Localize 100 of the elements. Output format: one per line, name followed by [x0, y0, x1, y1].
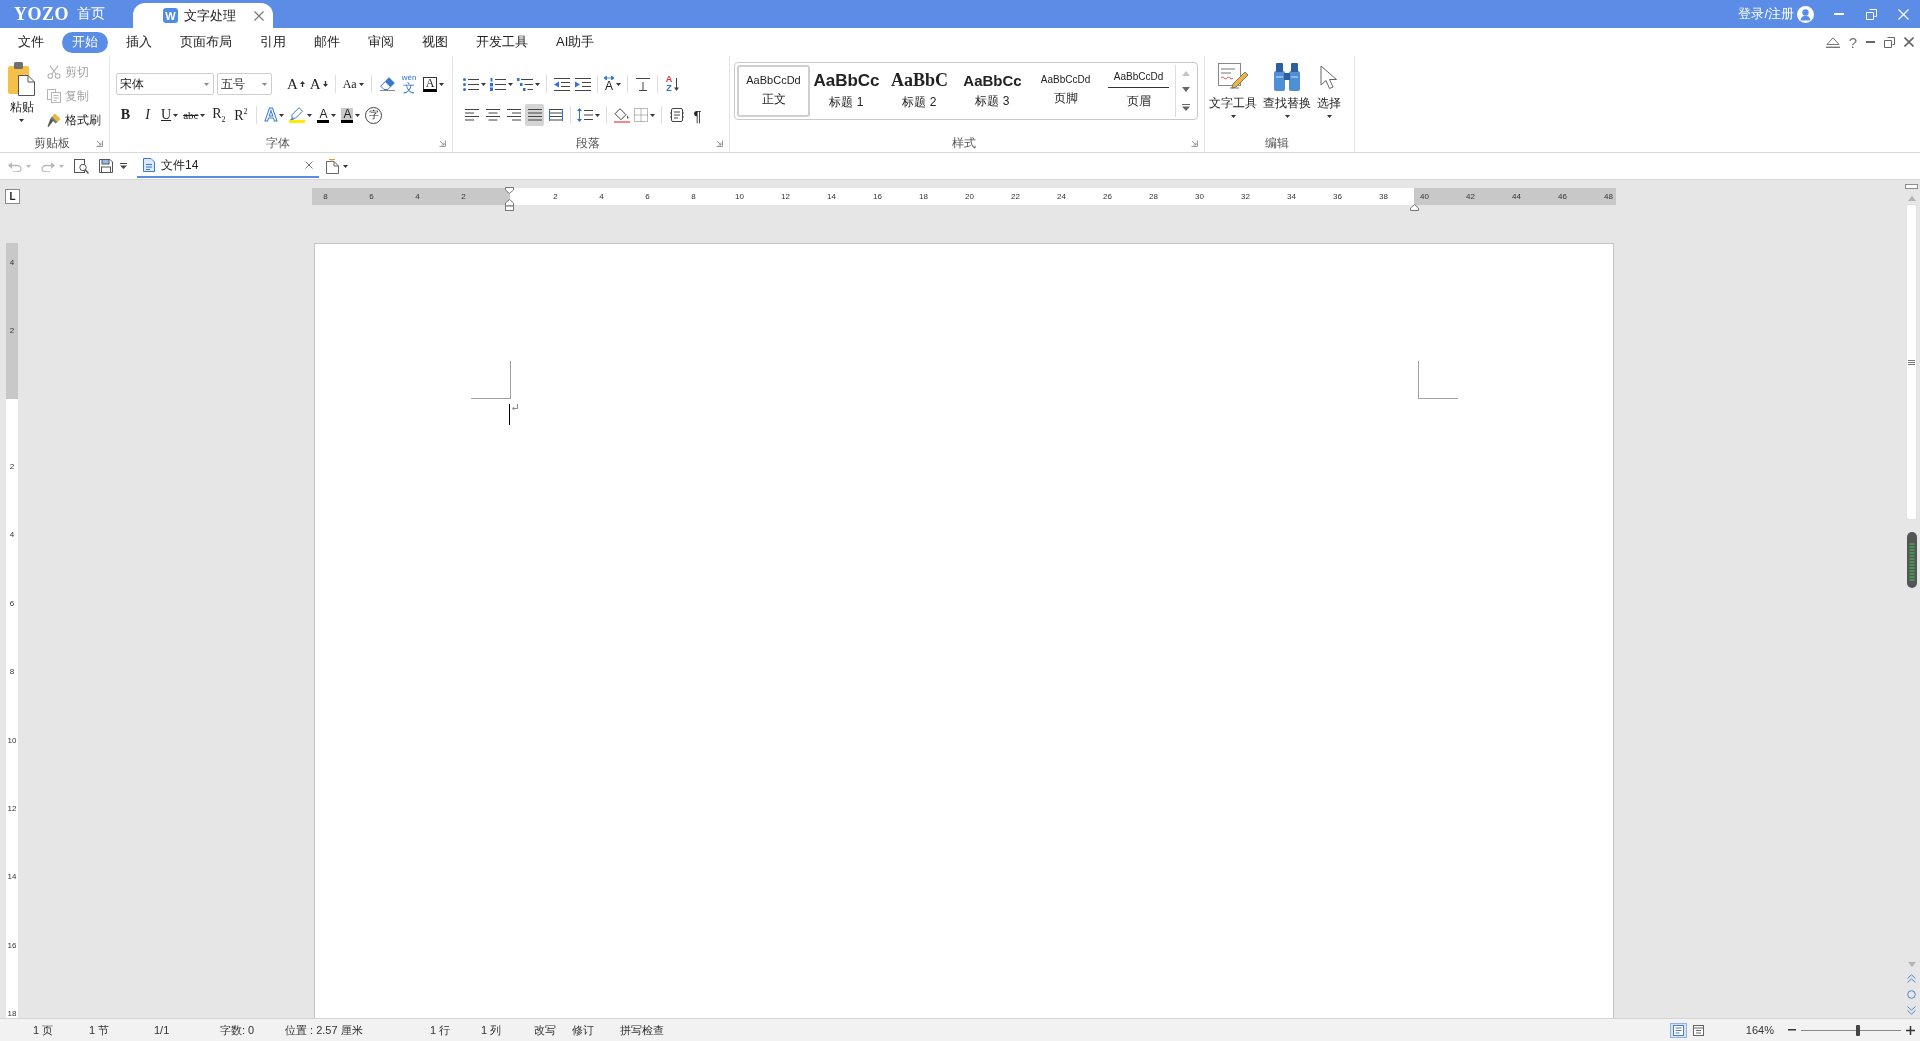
- underline-button[interactable]: U: [160, 104, 180, 126]
- menu-tab[interactable]: 视图: [412, 31, 458, 53]
- highlight-button[interactable]: [288, 104, 314, 126]
- font-name-field[interactable]: 宋体: [116, 73, 214, 95]
- find-replace-button[interactable]: 查找替换: [1263, 62, 1311, 135]
- double-chevron-down-icon[interactable]: [1907, 1006, 1916, 1015]
- copy-icon: [47, 89, 61, 103]
- status-text: 1 节: [89, 1022, 111, 1038]
- paste-button[interactable]: 粘贴: [5, 60, 38, 135]
- text-tools-button[interactable]: 文字工具: [1209, 62, 1257, 135]
- align-left-icon: [464, 109, 479, 121]
- font-color-button[interactable]: A: [316, 104, 338, 126]
- ruler-number: 6: [368, 191, 375, 202]
- dialog-launcher-icon[interactable]: [1191, 140, 1198, 147]
- menu-tab[interactable]: 引用: [250, 31, 296, 53]
- user-icon[interactable]: [1797, 5, 1814, 23]
- first-line-indent-icon[interactable]: [504, 187, 514, 194]
- align-right-icon: [506, 109, 521, 121]
- close-icon[interactable]: [254, 10, 264, 21]
- show-marks-button[interactable]: ¶: [688, 104, 707, 126]
- ruler-number: 42: [1465, 191, 1476, 202]
- ruler-number: 4: [598, 191, 605, 202]
- strikethrough-button[interactable]: abc: [182, 104, 207, 126]
- scroll-down-icon[interactable]: [1182, 87, 1190, 93]
- style-item[interactable]: AaBbCcDd 正文: [737, 65, 810, 117]
- caret-icon: [355, 113, 361, 117]
- ruler-number: 38: [1378, 191, 1389, 202]
- phonetic-guide-button[interactable]: wén 文: [399, 73, 419, 95]
- caret-icon: [200, 113, 206, 117]
- shrink-font-button[interactable]: A: [308, 73, 329, 95]
- text-direction-button[interactable]: A: [603, 73, 622, 95]
- align-center-icon: [485, 109, 500, 121]
- page-view-button[interactable]: [1669, 1022, 1687, 1038]
- menu-tab[interactable]: 插入: [116, 31, 162, 53]
- striped-handle-icon[interactable]: [1906, 532, 1917, 588]
- eject-icon[interactable]: [1825, 36, 1840, 48]
- more-icon[interactable]: [1182, 104, 1190, 112]
- status-text: 1/1: [154, 1024, 171, 1036]
- align-justify-button[interactable]: [525, 104, 544, 126]
- app-tab[interactable]: W 文字处理: [133, 3, 273, 28]
- dialog-launcher-icon[interactable]: [716, 140, 723, 147]
- ruler-number: 36: [1332, 191, 1343, 202]
- select-button[interactable]: 选择: [1317, 62, 1341, 135]
- group-label: 样式: [952, 135, 976, 152]
- dialog-launcher-icon[interactable]: [96, 140, 103, 147]
- menu-tab[interactable]: 文件: [8, 31, 54, 53]
- right-indent-icon[interactable]: [1409, 204, 1419, 211]
- down-arrow-icon: [674, 77, 680, 91]
- increase-indent-icon: [574, 77, 591, 91]
- dialog-launcher-icon[interactable]: [439, 140, 446, 147]
- group-label: 剪贴板: [33, 135, 70, 152]
- menu-tab[interactable]: 邮件: [304, 31, 350, 53]
- restore-icon[interactable]: [1884, 36, 1895, 48]
- double-chevron-up-icon[interactable]: [1907, 974, 1916, 983]
- undo-icon: [8, 160, 22, 172]
- status-text: 1 行: [430, 1022, 452, 1038]
- slider-thumb[interactable]: [1856, 1024, 1860, 1036]
- status-text: 1 列: [481, 1022, 503, 1038]
- ruler-number: 40: [1419, 191, 1430, 202]
- subscript-button[interactable]: R$_{2}$: [209, 104, 229, 126]
- help-button[interactable]: ?: [1848, 34, 1857, 50]
- ruler-number: 2: [8, 462, 16, 472]
- change-case-button[interactable]: Aa: [341, 73, 365, 95]
- italic-button[interactable]: I: [138, 104, 157, 126]
- sort-button[interactable]: A Z: [663, 73, 682, 95]
- style-preview: AaBbCcDd: [746, 74, 801, 86]
- tab-stop-selector[interactable]: L: [5, 189, 20, 204]
- menu-tab[interactable]: 审阅: [358, 31, 404, 53]
- font-size-field[interactable]: 五号: [217, 73, 272, 95]
- highlighter-icon: [289, 107, 306, 123]
- format-painter-button[interactable]: 格式刷: [47, 108, 101, 132]
- bold-button[interactable]: B: [116, 104, 135, 126]
- redo-icon: [41, 160, 55, 172]
- menu-tab[interactable]: 开发工具: [466, 31, 538, 53]
- ruler-number: 4: [8, 530, 16, 541]
- clipboard-icon: [8, 62, 35, 96]
- decrease-indent-icon: [553, 77, 570, 91]
- close-icon[interactable]: [1904, 37, 1914, 47]
- caret-icon: [343, 164, 348, 168]
- scroll-thumb[interactable]: [1906, 204, 1917, 520]
- superscript-button[interactable]: R$^{2}$: [231, 104, 251, 126]
- menu-tab[interactable]: 页面布局: [170, 31, 242, 53]
- grow-font-button[interactable]: A: [286, 73, 306, 95]
- character-border-button[interactable]: A: [421, 73, 446, 95]
- ruler-number: 8: [690, 191, 697, 202]
- zoom-in-icon[interactable]: [1906, 1025, 1915, 1035]
- app-badge: W: [163, 8, 178, 23]
- circle-icon[interactable]: [1907, 990, 1916, 999]
- status-text: 改写: [534, 1022, 557, 1038]
- caret-icon: [1230, 115, 1236, 118]
- split-handle[interactable]: [1905, 184, 1918, 189]
- text-effect-button[interactable]: A: [263, 104, 286, 126]
- ruler-number: 44: [1511, 191, 1522, 202]
- caret-bar-icon[interactable]: [120, 163, 127, 169]
- close-icon[interactable]: [305, 161, 313, 169]
- character-shading-button[interactable]: A: [340, 104, 362, 126]
- bullet-list-icon: [463, 77, 479, 91]
- hanging-indent-icon[interactable]: [504, 199, 514, 211]
- menu-tab[interactable]: AI助手: [546, 31, 605, 53]
- style-preview: AaBbCc: [813, 71, 880, 89]
